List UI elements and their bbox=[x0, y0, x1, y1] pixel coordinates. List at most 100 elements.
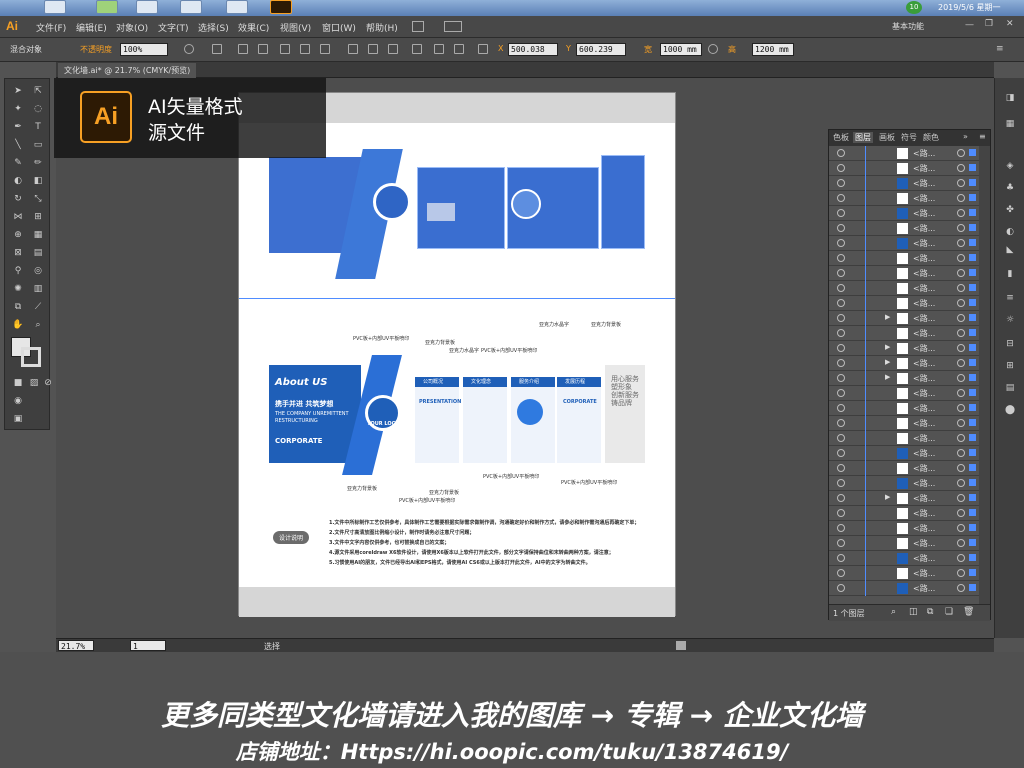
selection-indicator[interactable] bbox=[969, 524, 976, 531]
pencil-icon[interactable]: ✏ bbox=[31, 157, 45, 169]
slice-tool-icon[interactable]: ⟋ bbox=[31, 301, 45, 313]
selection-indicator[interactable] bbox=[969, 209, 976, 216]
layer-row[interactable]: <路... bbox=[829, 521, 979, 536]
minimize-icon[interactable]: — bbox=[965, 20, 974, 30]
eraser-icon[interactable]: ◧ bbox=[31, 175, 45, 187]
selection-indicator[interactable] bbox=[969, 404, 976, 411]
target-circle-icon[interactable] bbox=[957, 464, 965, 472]
layer-row[interactable]: <路... bbox=[829, 476, 979, 491]
type-tool-icon[interactable]: T bbox=[31, 121, 45, 133]
gradient-icon[interactable]: ▤ bbox=[31, 247, 45, 259]
notification-badge[interactable]: 10 bbox=[906, 1, 922, 14]
none-mode-icon[interactable]: ⊘ bbox=[41, 377, 55, 389]
gradient-panel-icon[interactable]: ▮ bbox=[1003, 268, 1017, 280]
recolor-icon[interactable] bbox=[184, 44, 194, 54]
selection-indicator[interactable] bbox=[969, 179, 976, 186]
target-circle-icon[interactable] bbox=[957, 359, 965, 367]
symbol-sprayer-icon[interactable]: ✺ bbox=[11, 283, 25, 295]
menu-edit[interactable]: 编辑(E) bbox=[76, 21, 107, 34]
visibility-eye-icon[interactable] bbox=[837, 389, 845, 397]
layer-row[interactable]: <路... bbox=[829, 161, 979, 176]
column-graph-icon[interactable]: ▥ bbox=[31, 283, 45, 295]
selection-indicator[interactable] bbox=[969, 344, 976, 351]
align-center-icon[interactable] bbox=[238, 44, 248, 54]
selection-indicator[interactable] bbox=[969, 569, 976, 576]
panel-menu-icon[interactable]: ≡ bbox=[979, 132, 986, 141]
blob-brush-icon[interactable]: ◐ bbox=[11, 175, 25, 187]
layer-row[interactable]: <路... bbox=[829, 551, 979, 566]
distribute-center-icon[interactable] bbox=[434, 44, 444, 54]
locate-object-icon[interactable]: ⌕ bbox=[891, 607, 896, 617]
page-field[interactable]: 1 bbox=[130, 640, 166, 651]
close-icon[interactable]: ✕ bbox=[1006, 19, 1014, 29]
align-left-icon[interactable] bbox=[212, 44, 222, 54]
delete-layer-icon[interactable]: 🗑 bbox=[963, 607, 974, 617]
menu-view[interactable]: 视图(V) bbox=[280, 21, 311, 34]
target-circle-icon[interactable] bbox=[957, 449, 965, 457]
visibility-eye-icon[interactable] bbox=[837, 359, 845, 367]
distribute-top-icon[interactable] bbox=[348, 44, 358, 54]
visibility-eye-icon[interactable] bbox=[837, 194, 845, 202]
layer-row[interactable]: <路... bbox=[829, 536, 979, 551]
x-field[interactable]: 500.038 bbox=[508, 43, 558, 56]
layer-row[interactable]: <路... bbox=[829, 221, 979, 236]
links-icon[interactable]: ⬤ bbox=[1003, 404, 1017, 416]
restore-icon[interactable]: ❐ bbox=[985, 19, 993, 29]
selection-indicator[interactable] bbox=[969, 389, 976, 396]
target-circle-icon[interactable] bbox=[957, 509, 965, 517]
paintbrush-icon[interactable]: ✎ bbox=[11, 157, 25, 169]
align-top-icon[interactable] bbox=[280, 44, 290, 54]
scale-icon[interactable]: ⤡ bbox=[31, 193, 45, 205]
artboard[interactable]: About US 携手并进 共筑梦想 THE COMPANY UNREMITTE… bbox=[238, 92, 676, 617]
visibility-eye-icon[interactable] bbox=[837, 164, 845, 172]
taskbar-app-icon[interactable] bbox=[44, 0, 66, 14]
selection-indicator[interactable] bbox=[969, 539, 976, 546]
selection-indicator[interactable] bbox=[969, 149, 976, 156]
visibility-eye-icon[interactable] bbox=[837, 434, 845, 442]
visibility-eye-icon[interactable] bbox=[837, 554, 845, 562]
direct-selection-tool-icon[interactable]: ⇱ bbox=[31, 85, 45, 97]
layer-row[interactable]: <路... bbox=[829, 176, 979, 191]
visibility-eye-icon[interactable] bbox=[837, 404, 845, 412]
magic-wand-icon[interactable]: ✦ bbox=[11, 103, 25, 115]
layer-row[interactable]: ▶ <路... bbox=[829, 491, 979, 506]
selection-indicator[interactable] bbox=[969, 584, 976, 591]
distribute-bottom-icon[interactable] bbox=[388, 44, 398, 54]
menu-file[interactable]: 文件(F) bbox=[36, 21, 66, 34]
transparency-icon[interactable]: ☼ bbox=[1003, 314, 1017, 326]
free-transform-icon[interactable]: ⊞ bbox=[31, 211, 45, 223]
layer-row[interactable]: ▶ <路... bbox=[829, 311, 979, 326]
target-circle-icon[interactable] bbox=[957, 194, 965, 202]
rectangle-tool-icon[interactable]: ▭ bbox=[31, 139, 45, 151]
target-circle-icon[interactable] bbox=[957, 314, 965, 322]
zoom-tool-icon[interactable]: ⌕ bbox=[31, 319, 45, 331]
visibility-eye-icon[interactable] bbox=[837, 269, 845, 277]
stroke-panel-icon[interactable]: ≡ bbox=[1003, 292, 1017, 304]
selection-indicator[interactable] bbox=[969, 374, 976, 381]
shape-builder-icon[interactable]: ⊕ bbox=[11, 229, 25, 241]
visibility-eye-icon[interactable] bbox=[837, 479, 845, 487]
reference-point-icon[interactable] bbox=[478, 44, 488, 54]
align-middle-icon[interactable] bbox=[300, 44, 310, 54]
workspace-switcher[interactable]: 基本功能 bbox=[892, 21, 924, 32]
visibility-eye-icon[interactable] bbox=[837, 374, 845, 382]
selection-indicator[interactable] bbox=[969, 359, 976, 366]
selection-indicator[interactable] bbox=[969, 464, 976, 471]
y-field[interactable]: 600.239 bbox=[576, 43, 626, 56]
target-circle-icon[interactable] bbox=[957, 479, 965, 487]
target-circle-icon[interactable] bbox=[957, 524, 965, 532]
distribute-middle-icon[interactable] bbox=[368, 44, 378, 54]
layers-dock-icon[interactable]: ◈ bbox=[1003, 160, 1017, 172]
target-circle-icon[interactable] bbox=[957, 419, 965, 427]
visibility-eye-icon[interactable] bbox=[837, 509, 845, 517]
target-circle-icon[interactable] bbox=[957, 584, 965, 592]
selection-indicator[interactable] bbox=[969, 269, 976, 276]
target-circle-icon[interactable] bbox=[957, 434, 965, 442]
target-circle-icon[interactable] bbox=[957, 494, 965, 502]
taskbar-app-icon[interactable] bbox=[226, 0, 248, 14]
graphic-styles-icon[interactable]: ◐ bbox=[1003, 226, 1017, 238]
layer-row[interactable]: <路... bbox=[829, 446, 979, 461]
new-layer-icon[interactable]: ❏ bbox=[945, 607, 953, 617]
document-tab[interactable]: 文化墙.ai* @ 21.7% (CMYK/预览) bbox=[58, 63, 197, 78]
target-circle-icon[interactable] bbox=[957, 164, 965, 172]
